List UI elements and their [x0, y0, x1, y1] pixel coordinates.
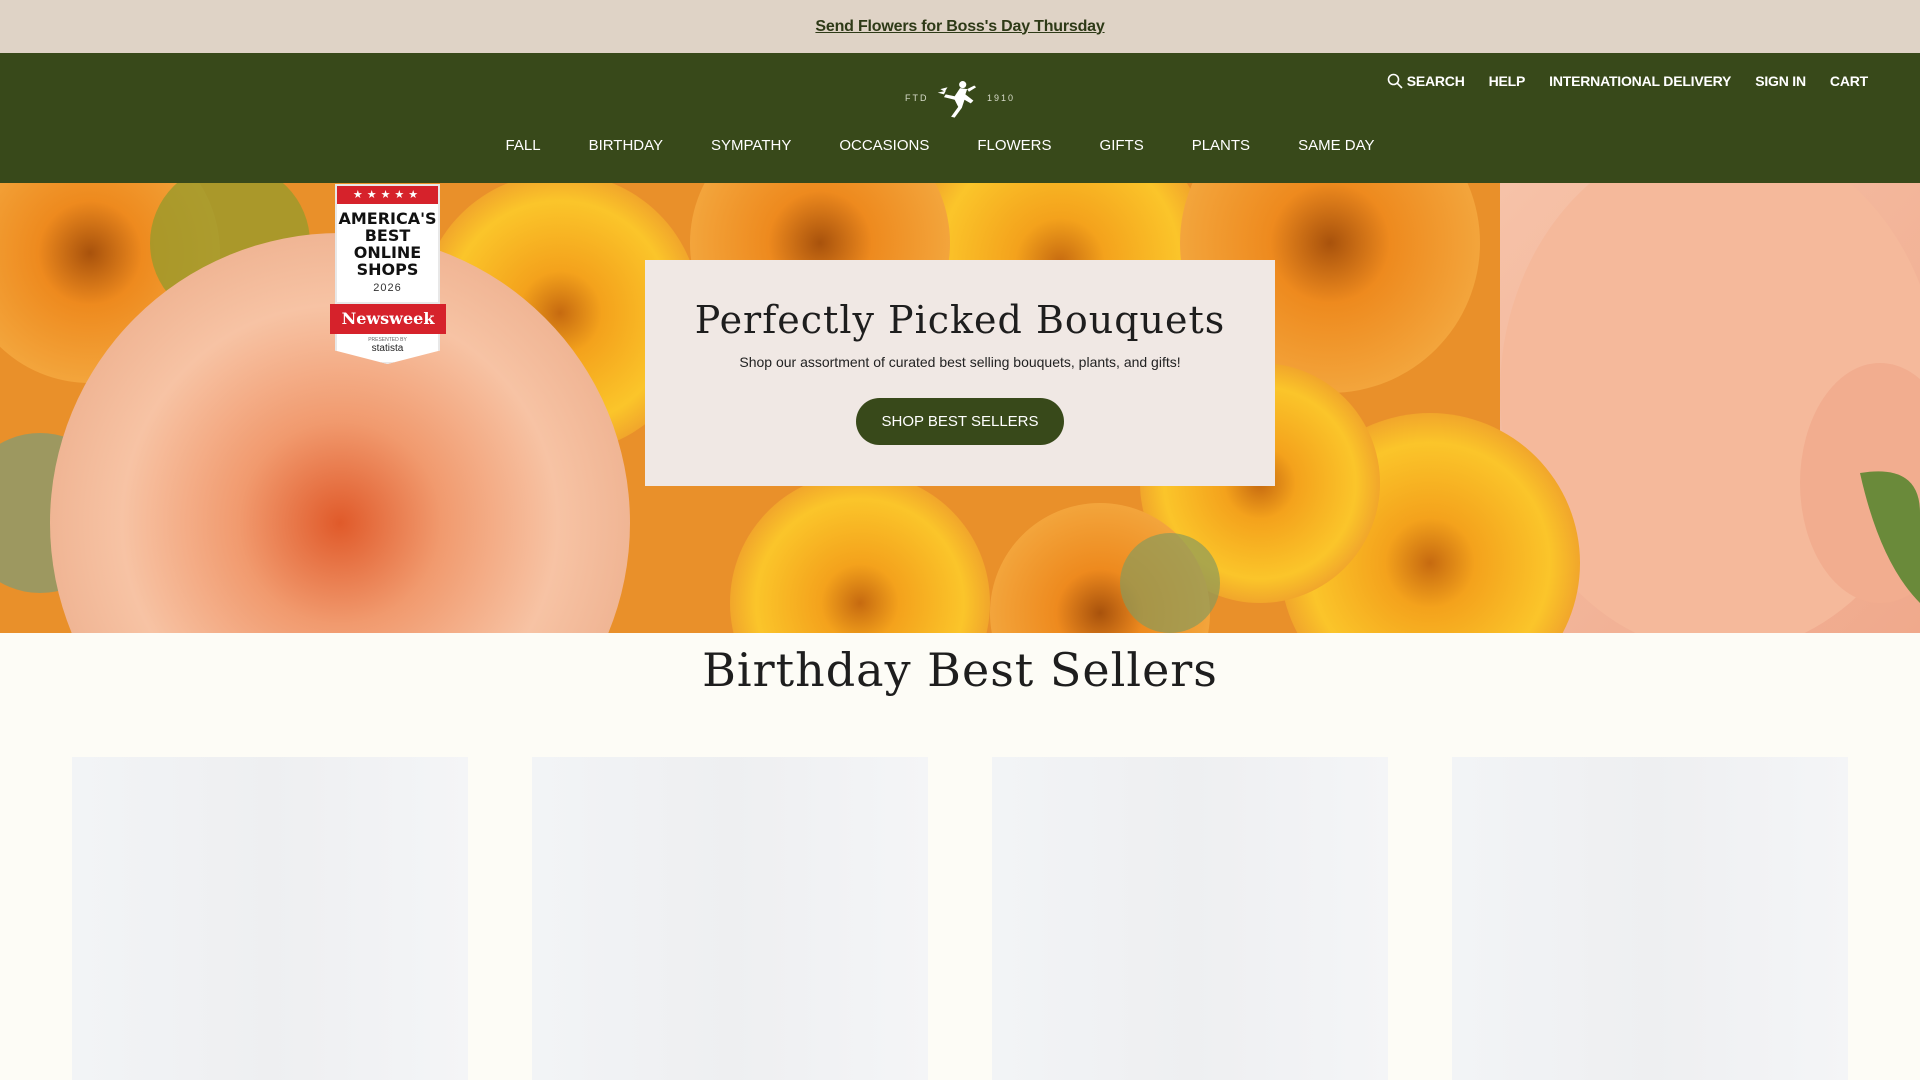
international-delivery-link[interactable]: INTERNATIONAL DELIVERY: [1549, 73, 1731, 89]
search-button[interactable]: SEARCH: [1387, 73, 1465, 89]
badge-headline-line: BEST: [364, 226, 411, 245]
nav-item-birthday[interactable]: BIRTHDAY: [565, 137, 687, 154]
shop-best-sellers-button[interactable]: SHOP BEST SELLERS: [856, 398, 1064, 445]
badge-headline-line: SHOPS: [356, 260, 419, 279]
badge-headline: AMERICA'S BEST ONLINE SHOPS: [337, 210, 438, 278]
cart-link[interactable]: CART: [1830, 73, 1868, 89]
nav-item-sympathy[interactable]: SYMPATHY: [687, 137, 815, 154]
badge-headline-line: AMERICA'S: [338, 209, 437, 228]
nav-item-fall[interactable]: FALL: [482, 137, 565, 154]
hero-card: Perfectly Picked Bouquets Shop our assor…: [645, 260, 1275, 486]
sign-in-link[interactable]: SIGN IN: [1755, 73, 1806, 89]
search-icon: [1387, 73, 1403, 89]
logo-left-text: FTD: [905, 93, 929, 103]
product-grid: [72, 757, 1848, 1080]
product-card-placeholder[interactable]: [532, 757, 928, 1080]
site-header: FTD 1910 SEARCH HELP INTERNATIONAL DELIV…: [0, 53, 1920, 183]
product-card-placeholder[interactable]: [72, 757, 468, 1080]
badge-headline-line: ONLINE: [353, 243, 422, 262]
hero-banner[interactable]: Perfectly Picked Bouquets Shop our assor…: [0, 183, 1920, 633]
badge-year: 2026: [373, 282, 402, 294]
hero-subtitle: Shop our assortment of curated best sell…: [739, 354, 1181, 370]
site-logo[interactable]: FTD 1910: [905, 73, 1015, 123]
main-nav: FALL BIRTHDAY SYMPATHY OCCASIONS FLOWERS…: [0, 137, 1920, 154]
badge-brand: Newsweek: [330, 304, 446, 334]
newsweek-award-badge: ★★★★★ AMERICA'S BEST ONLINE SHOPS 2026 N…: [330, 184, 446, 372]
badge-partner: statista: [371, 343, 404, 354]
nav-item-same-day[interactable]: SAME DAY: [1274, 137, 1398, 154]
badge-stars: ★★★★★: [337, 186, 438, 204]
mercury-man-logo-icon: [937, 81, 976, 118]
utility-nav: SEARCH HELP INTERNATIONAL DELIVERY SIGN …: [1387, 73, 1868, 89]
badge-foot: PRESENTED BY statista: [335, 334, 440, 364]
nav-item-gifts[interactable]: GIFTS: [1076, 137, 1168, 154]
badge-top: ★★★★★ AMERICA'S BEST ONLINE SHOPS 2026: [335, 184, 440, 304]
hero-title: Perfectly Picked Bouquets: [694, 298, 1226, 342]
search-label: SEARCH: [1406, 73, 1465, 89]
section-title: Birthday Best Sellers: [702, 643, 1218, 697]
product-card-placeholder[interactable]: [1452, 757, 1848, 1080]
help-link[interactable]: HELP: [1489, 73, 1526, 89]
promo-banner: Send Flowers for Boss's Day Thursday: [0, 0, 1920, 53]
promo-link[interactable]: Send Flowers for Boss's Day Thursday: [815, 18, 1104, 36]
logo-right-text: 1910: [986, 93, 1015, 103]
nav-item-plants[interactable]: PLANTS: [1168, 137, 1274, 154]
product-card-placeholder[interactable]: [992, 757, 1388, 1080]
nav-item-occasions[interactable]: OCCASIONS: [815, 137, 953, 154]
nav-item-flowers[interactable]: FLOWERS: [953, 137, 1075, 154]
